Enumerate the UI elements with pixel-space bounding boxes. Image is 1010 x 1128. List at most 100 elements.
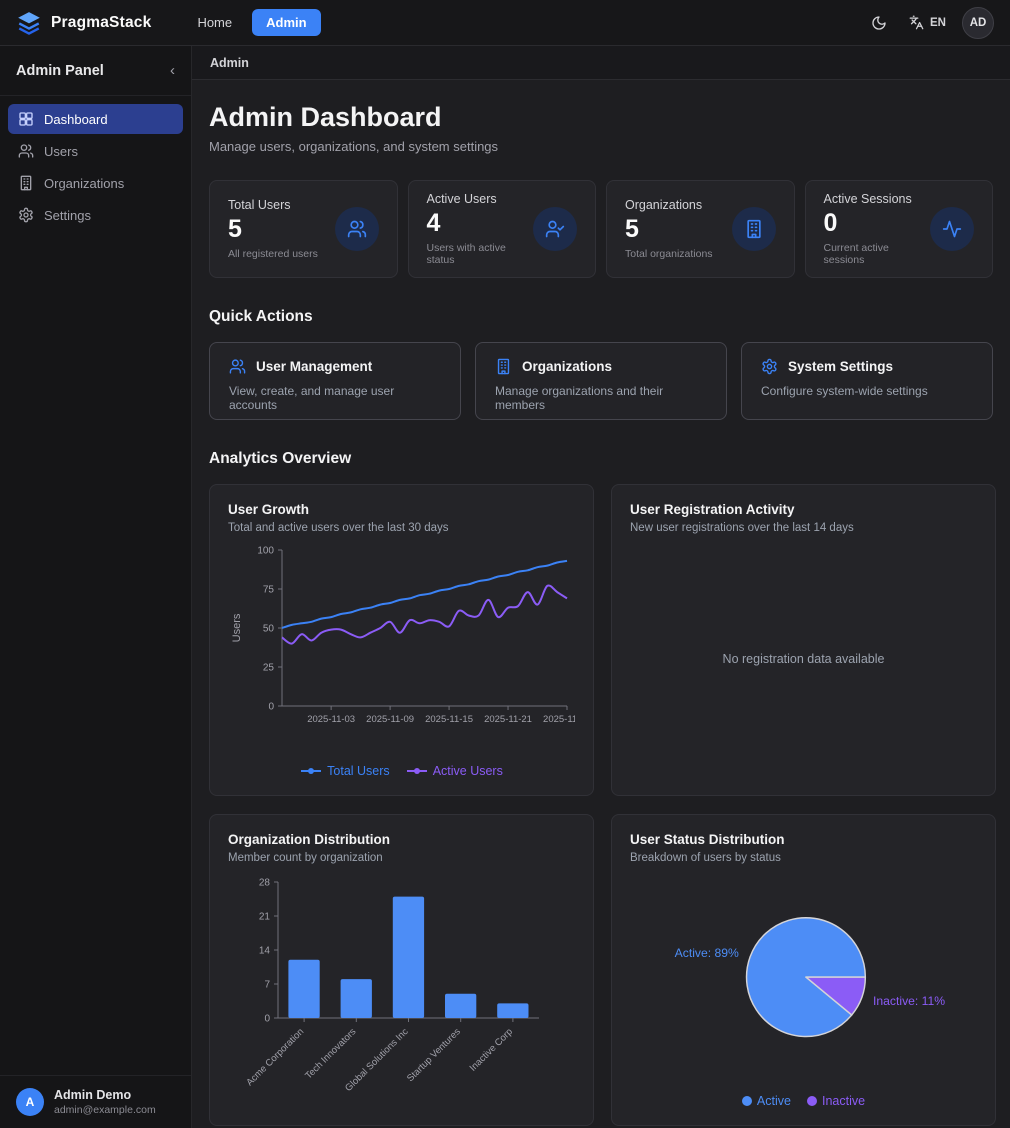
svg-text:100: 100 [257,546,274,557]
sidebar-user-avatar: A [16,1088,44,1116]
navbar-right: EN AD [865,7,994,39]
user-status-pie-chart: Active: 89%Inactive: 11% [630,870,977,1092]
sidebar-item-label: Organizations [44,176,124,191]
svg-text:50: 50 [263,624,275,635]
dashboard-icon [18,111,34,127]
svg-text:14: 14 [259,946,271,957]
sidebar-user-card[interactable]: A Admin Demo admin@example.com [0,1075,191,1128]
chart-subtitle: Breakdown of users by status [630,852,977,864]
stat-value: 5 [228,216,335,244]
registration-activity-card: User Registration Activity New user regi… [611,484,996,796]
main-area: Admin Admin Dashboard Manage users, orga… [192,46,1010,1128]
sidebar-item-dashboard[interactable]: Dashboard [8,104,183,134]
chart-title: Organization Distribution [228,832,575,847]
user-status-legend: Active Inactive [630,1094,977,1108]
user-check-icon [533,207,577,251]
sidebar-item-users[interactable]: Users [8,136,183,166]
user-avatar[interactable]: AD [962,7,994,39]
svg-text:7: 7 [264,980,270,991]
translate-icon [909,15,925,31]
activity-icon [930,207,974,251]
user-growth-legend: Total Users Active Users [228,764,575,778]
svg-text:Active: 89%: Active: 89% [675,946,739,960]
legend-item-active[interactable]: Active [742,1094,791,1108]
line-marker-icon [406,766,428,776]
analytics-heading: Analytics Overview [209,450,993,468]
stat-card-active-users: Active Users4Users with active status [408,180,597,278]
stat-description: Current active sessions [824,242,931,266]
quick-action-description: View, create, and manage user accounts [229,384,441,412]
building-icon [732,207,776,251]
stat-card-organizations: Organizations 5 Total organizations [606,180,795,278]
chart-subtitle: Total and active users over the last 30 … [228,522,575,534]
admin-sidebar: Admin Panel ‹ Dashboard Users Organization… [0,46,192,1128]
nav-link-admin[interactable]: Admin [252,9,320,36]
app-window: PragmaStack Home Admin EN AD Admin Panel … [0,0,1010,1128]
svg-text:Startup Ventures: Startup Ventures [405,1026,463,1084]
chart-title: User Growth [228,502,575,517]
legend-dot-icon [742,1096,752,1106]
language-code: EN [930,17,946,29]
svg-text:Tech Innovators: Tech Innovators [303,1026,358,1081]
building-icon [18,175,34,191]
stat-description: All registered users [228,248,335,260]
svg-text:2025-11-09: 2025-11-09 [366,714,414,725]
svg-text:0: 0 [264,1014,270,1025]
breadcrumb-bar: Admin [192,46,1010,80]
users-icon [18,143,34,159]
legend-item-active-users[interactable]: Active Users [406,764,503,778]
dark-mode-toggle[interactable] [865,9,893,37]
nav-link-home[interactable]: Home [187,9,242,36]
sidebar-user-name: Admin Demo [54,1088,156,1102]
stat-label: Total Users [228,198,335,212]
users-icon [229,358,246,375]
svg-text:28: 28 [259,878,271,889]
svg-text:2025-11-27: 2025-11-27 [543,714,575,725]
legend-dot-icon [807,1096,817,1106]
stat-card-total-users: Total Users 5 All registered users [209,180,398,278]
page-subtitle: Manage users, organizations, and system … [209,139,993,154]
quick-action-description: Manage organizations and their members [495,384,707,412]
quick-action-system-settings[interactable]: System Settings Configure system-wide set… [741,342,993,420]
registration-empty-state: No registration data available [630,540,977,778]
brand-name: PragmaStack [51,14,151,32]
svg-text:75: 75 [263,585,275,596]
stat-value: 0 [824,210,931,238]
svg-text:21: 21 [259,912,271,923]
quick-action-user-management[interactable]: User ManagementView, create, and manage … [209,342,461,420]
language-switcher[interactable]: EN [909,15,946,31]
stat-label: Active Sessions [824,192,931,206]
svg-text:2025-11-03: 2025-11-03 [307,714,355,725]
chart-title: User Status Distribution [630,832,977,847]
svg-text:25: 25 [263,663,275,674]
stat-label: Organizations [625,198,732,212]
brand[interactable]: PragmaStack [16,10,151,36]
organization-bar-chart: 07142128Acme CorporationTech InnovatorsG… [228,870,575,1108]
quick-action-description: Configure system-wide settings [761,384,973,398]
sidebar-item-label: Users [44,144,78,159]
stat-value: 5 [625,216,732,244]
quick-actions-grid: User ManagementView, create, and manage … [209,342,993,420]
sidebar-item-label: Dashboard [44,112,108,127]
sidebar-collapse-button[interactable]: ‹ [170,63,175,78]
chart-subtitle: Member count by organization [228,852,575,864]
stat-card-active-sessions: Active Sessions 0 Current active sessions [805,180,994,278]
building-icon [495,358,512,375]
quick-action-organizations[interactable]: OrganizationsManage organizations and th… [475,342,727,420]
main-content: Admin Dashboard Manage users, organizati… [192,80,1010,1128]
sidebar-item-organizations[interactable]: Organizations [8,168,183,198]
user-status-card: User Status Distribution Breakdown of us… [611,814,996,1126]
stat-description: Total organizations [625,248,732,260]
breadcrumb[interactable]: Admin [210,56,249,70]
analytics-grid: User Growth Total and active users over … [209,484,993,1126]
quick-action-title: System Settings [788,359,893,374]
svg-text:Users: Users [231,613,243,642]
legend-item-inactive[interactable]: Inactive [807,1094,865,1108]
sidebar-title: Admin Panel [16,63,104,79]
legend-item-total-users[interactable]: Total Users [300,764,390,778]
stat-value: 4 [427,210,534,238]
sidebar-item-settings[interactable]: Settings [8,200,183,230]
page-title: Admin Dashboard [209,102,993,133]
svg-text:2025-11-21: 2025-11-21 [484,714,532,725]
pragmastack-logo-icon [16,10,42,36]
